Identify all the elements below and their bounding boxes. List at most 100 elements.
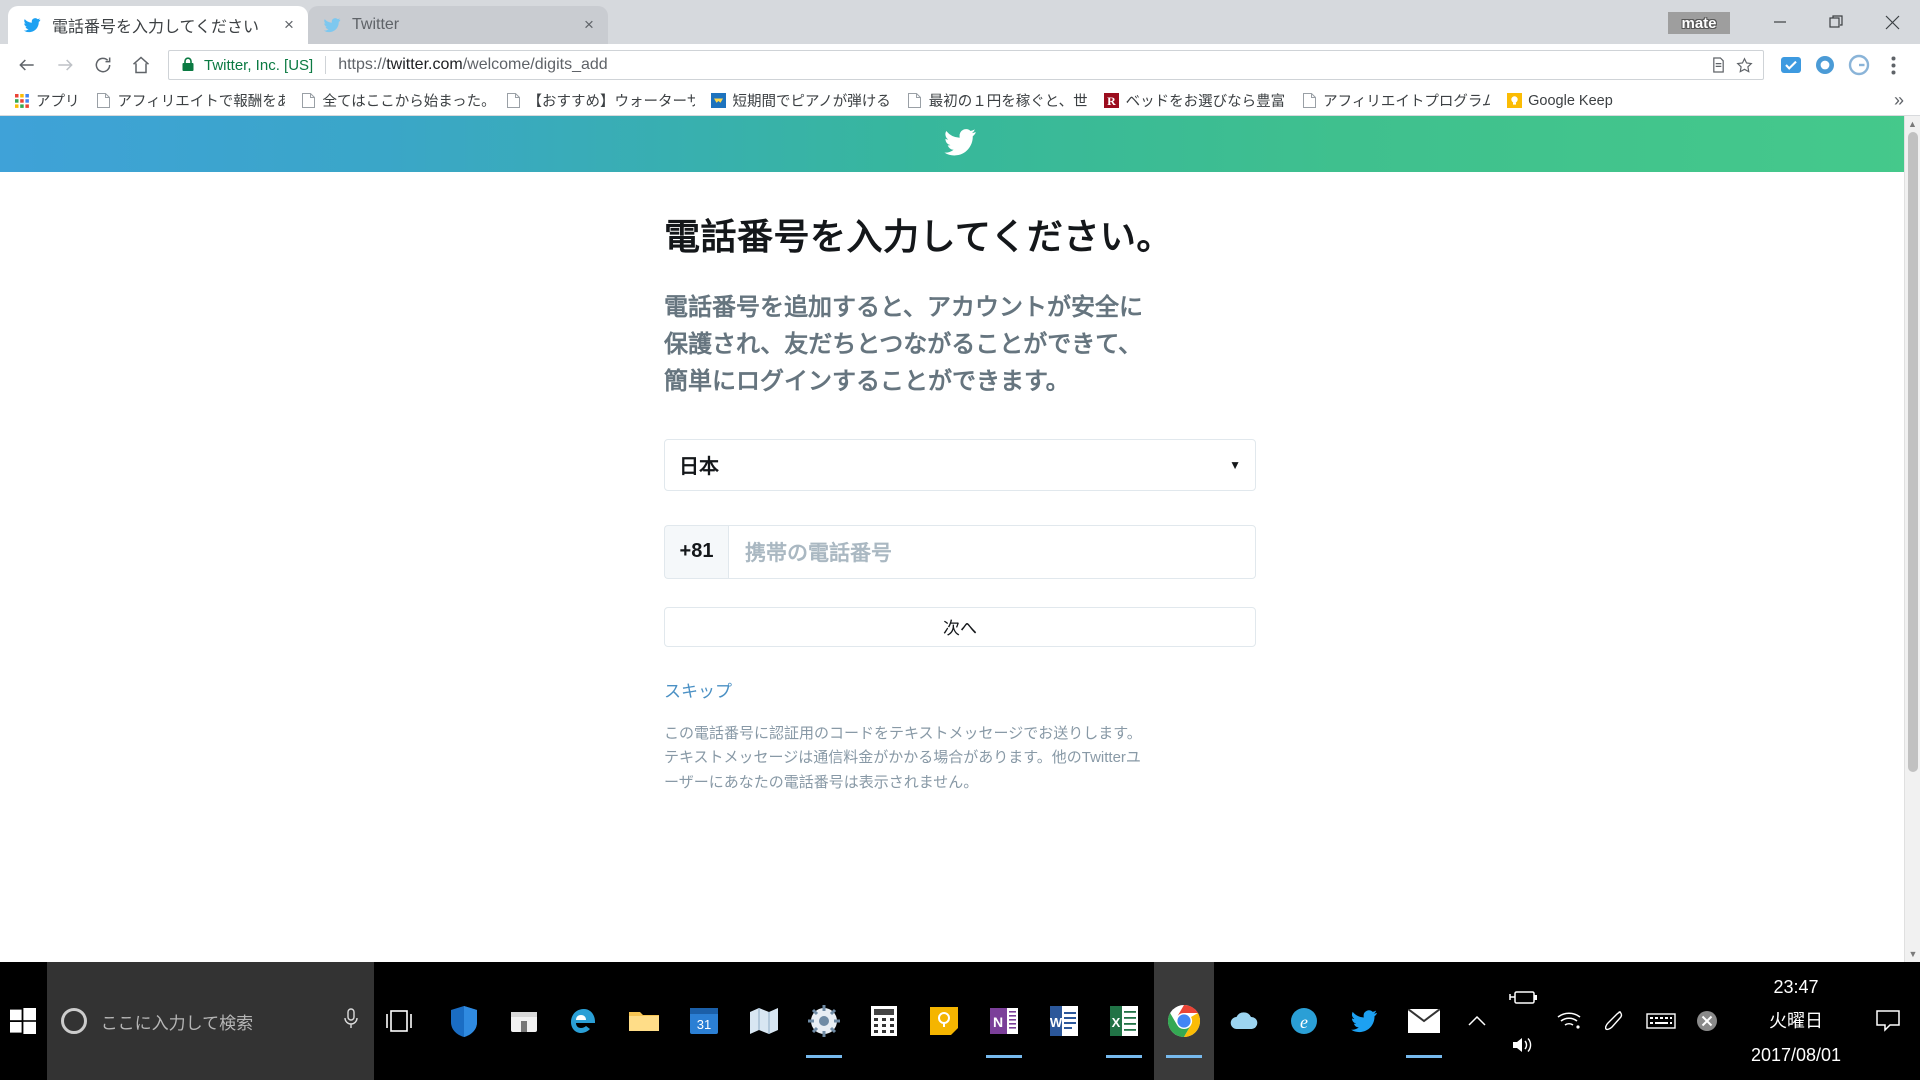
country-code-label: +81: [664, 524, 728, 579]
internet-explorer-icon[interactable]: e: [1274, 962, 1334, 1080]
back-button[interactable]: [8, 46, 46, 84]
home-button[interactable]: [122, 46, 160, 84]
system-tray: 23:47 火曜日 2017/08/01: [1454, 962, 1920, 1080]
bookmark-google-keep[interactable]: Google Keep: [1498, 89, 1621, 113]
checkmark-extension-icon[interactable]: [1776, 50, 1806, 80]
volume-icon[interactable]: [1500, 1021, 1546, 1069]
page-viewport: 電話番号を入力してください。 電話番号を追加すると、アカウントが安全に保護され、…: [0, 116, 1920, 962]
reload-button[interactable]: [84, 46, 122, 84]
excel-icon[interactable]: X: [1094, 962, 1154, 1080]
windows-start-icon[interactable]: [0, 962, 47, 1080]
wifi-icon[interactable]: [1546, 962, 1592, 1080]
onedrive-icon[interactable]: [1214, 962, 1274, 1080]
windows-taskbar: ここに入力して検索 31 N W X e 23:47 火曜日 2017/08/0…: [0, 962, 1920, 1080]
bookmark-apps[interactable]: アプリ: [6, 89, 88, 113]
clock-date: 2017/08/01: [1750, 1045, 1842, 1066]
show-hidden-icons-chevron[interactable]: [1454, 962, 1500, 1080]
maximize-button[interactable]: [1808, 3, 1864, 41]
bookmarks-overflow-icon[interactable]: »: [1894, 90, 1914, 111]
svg-text:X: X: [1112, 1015, 1121, 1030]
circle-extension-icon[interactable]: [1810, 50, 1840, 80]
word-icon[interactable]: W: [1034, 962, 1094, 1080]
bookmark-label: 【おすすめ】ウォーターサー: [527, 94, 695, 110]
tab-title: 電話番号を入力してください: [52, 19, 260, 36]
close-icon[interactable]: ×: [278, 14, 300, 36]
scroll-up-icon[interactable]: ▲: [1905, 116, 1920, 132]
microsoft-store-icon[interactable]: [494, 962, 554, 1080]
taskbar-pinned-apps: 31 N W X e: [434, 962, 1454, 1080]
search-input[interactable]: ここに入力して検索: [46, 962, 375, 1080]
ime-disabled-icon[interactable]: [1684, 962, 1730, 1080]
mail-icon[interactable]: [1394, 962, 1454, 1080]
action-center-icon[interactable]: [1862, 962, 1914, 1080]
bookmark-label: 短期間でピアノが弾ける: [732, 94, 891, 110]
microphone-icon[interactable]: [342, 1007, 360, 1035]
twitter-bird-icon: [940, 125, 980, 164]
microsoft-edge-icon[interactable]: [554, 962, 614, 1080]
scrollbar-thumb[interactable]: [1908, 132, 1918, 772]
windows-defender-icon[interactable]: [434, 962, 494, 1080]
page-icon: [301, 93, 317, 109]
bookmark-label: アプリ: [36, 94, 80, 110]
page-scrollbar[interactable]: ▲ ▼: [1904, 116, 1920, 962]
search-placeholder: ここに入力して検索: [100, 1013, 254, 1033]
country-select[interactable]: 日本 ▼: [664, 438, 1256, 491]
touch-keyboard-icon[interactable]: [1638, 962, 1684, 1080]
skip-link[interactable]: スキップ: [664, 677, 1256, 702]
bookmark-item[interactable]: アフィリエイトプログラムの: [1293, 89, 1498, 113]
ime-pen-icon[interactable]: [1592, 962, 1638, 1080]
fineprint-text: この電話番号に認証用のコードをテキストメッセージでお送りします。テキストメッセー…: [664, 724, 1142, 792]
rakuten-r-icon: R: [1104, 93, 1120, 109]
file-explorer-icon[interactable]: [614, 962, 674, 1080]
battery-charging-icon[interactable]: [1500, 973, 1546, 1021]
url-text: https://twitter.com/welcome/digits_add: [338, 56, 608, 73]
phone-number-field: +81 携帯の電話番号: [664, 524, 1256, 579]
task-view-icon[interactable]: [374, 962, 424, 1080]
scroll-down-icon[interactable]: ▼: [1905, 946, 1920, 962]
bookmark-item[interactable]: R ベッドをお選びなら豊富: [1096, 89, 1294, 113]
page-icon: [506, 93, 522, 109]
google-chrome-icon[interactable]: [1154, 962, 1215, 1080]
url-host: twitter.com: [386, 56, 463, 73]
browser-window: 電話番号を入力してください × Twitter × mate Twitter, …: [0, 0, 1920, 962]
onenote-icon[interactable]: N: [974, 962, 1034, 1080]
kebab-menu-icon[interactable]: [1874, 46, 1912, 84]
close-window-button[interactable]: [1864, 3, 1920, 41]
browser-tab-twitter[interactable]: Twitter ×: [308, 6, 608, 44]
minimize-button[interactable]: [1752, 3, 1808, 41]
clock[interactable]: 23:47 火曜日 2017/08/01: [1730, 962, 1862, 1080]
bookmark-label: Google Keep: [1528, 92, 1613, 109]
tab-title: Twitter: [352, 16, 400, 33]
apps-grid-icon: [14, 93, 30, 109]
bookmark-item[interactable]: 短期間でピアノが弾ける: [703, 89, 899, 113]
window-controls: mate: [1668, 0, 1920, 44]
address-bar[interactable]: Twitter, Inc. [US] https://twitter.com/w…: [168, 50, 1764, 80]
power-and-volume-group: [1500, 962, 1546, 1080]
star-icon[interactable]: [1731, 52, 1757, 78]
settings-icon[interactable]: [794, 962, 854, 1080]
security-label: Twitter, Inc. [US]: [204, 56, 314, 74]
page-icon: [96, 93, 112, 109]
bookmark-item[interactable]: 最初の１円を稼ぐと、世: [899, 89, 1096, 113]
bookmark-item[interactable]: 【おすすめ】ウォーターサー: [498, 89, 703, 113]
calendar-icon[interactable]: 31: [674, 962, 734, 1080]
twitter-bird-icon: [322, 15, 342, 35]
next-button[interactable]: 次へ: [664, 606, 1256, 647]
clock-weekday: 火曜日: [1769, 1010, 1824, 1031]
sticky-notes-icon[interactable]: [914, 962, 974, 1080]
maps-icon[interactable]: [734, 962, 794, 1080]
bookmark-label: 最初の１円を稼ぐと、世: [928, 94, 1088, 110]
twitter-icon[interactable]: [1334, 962, 1394, 1080]
twitter-hero-banner: [0, 116, 1920, 172]
chevron-down-icon: ▼: [1229, 457, 1241, 472]
calculator-icon[interactable]: [854, 962, 914, 1080]
svg-text:e: e: [1300, 1012, 1308, 1032]
bookmark-item[interactable]: アフィリエイトで報酬をあ: [88, 89, 293, 113]
page-save-icon[interactable]: [1705, 52, 1731, 78]
g-extension-icon[interactable]: [1844, 50, 1874, 80]
bookmark-item[interactable]: 全てはここから始まった。: [293, 89, 498, 113]
browser-tab-active[interactable]: 電話番号を入力してください ×: [8, 6, 308, 44]
forward-button[interactable]: [46, 46, 84, 84]
phone-input[interactable]: 携帯の電話番号: [728, 524, 1256, 579]
close-icon[interactable]: ×: [578, 14, 600, 36]
